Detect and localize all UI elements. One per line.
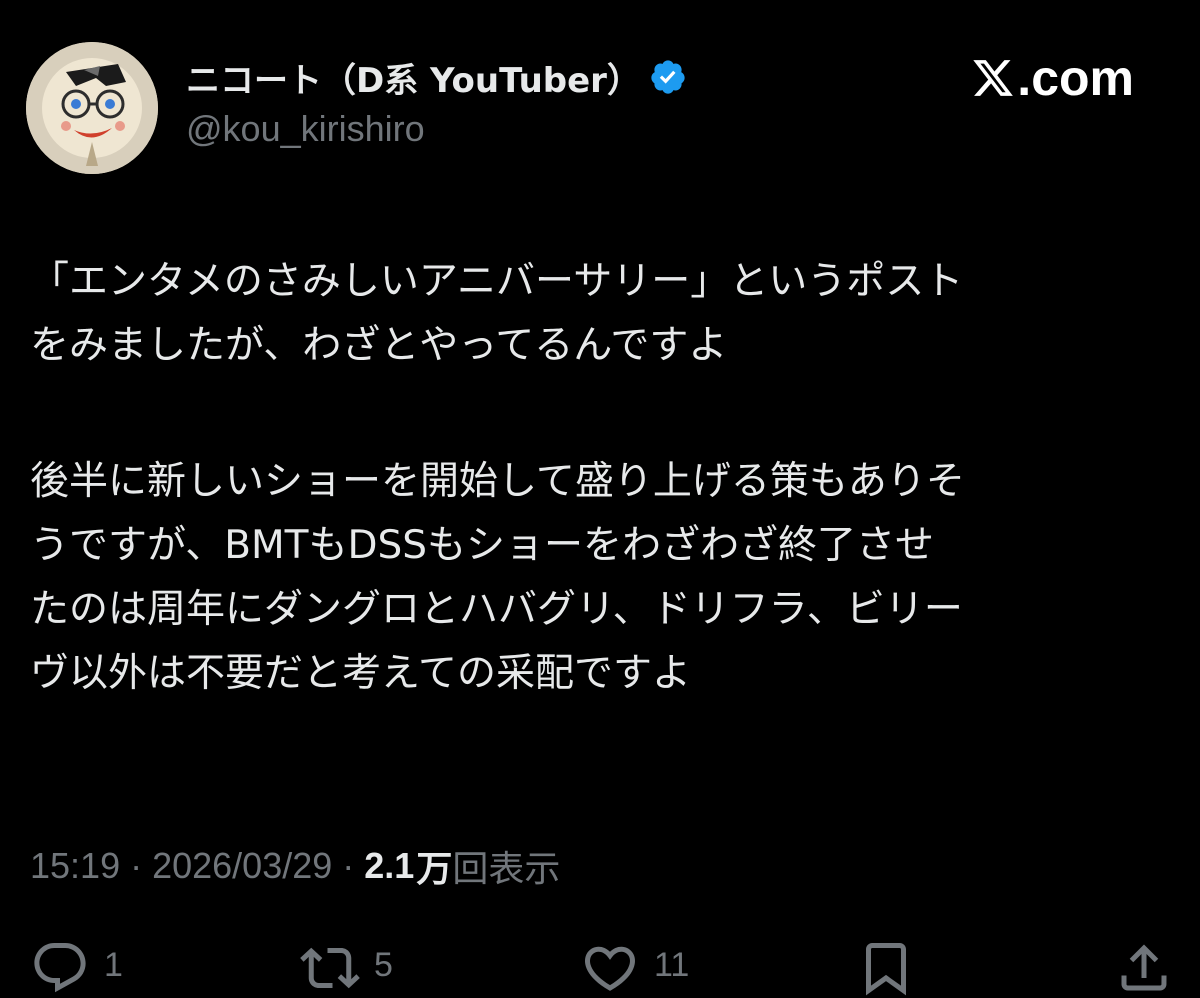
bookmark-button[interactable] — [856, 938, 916, 998]
like-button[interactable]: 11 — [580, 938, 689, 998]
avatar-image — [26, 42, 158, 174]
meta-separator: · — [342, 845, 355, 886]
views-unit: 万 — [416, 849, 453, 890]
post-date[interactable]: 2026/03/29 — [152, 845, 332, 887]
post-line: たのは周年にダングロとハバグリ、ドリフラ、ビリー — [30, 587, 963, 632]
like-count: 11 — [654, 946, 690, 984]
post-paragraph: 「エンタメのさみしいアニバーサリー」というポスト をみましたが、わざとやってるん… — [30, 250, 1180, 378]
share-icon — [1121, 944, 1167, 991]
reply-icon — [34, 943, 86, 993]
reply-button[interactable]: 1 — [30, 938, 123, 998]
action-bar: 1 5 11 — [0, 938, 1200, 998]
post-time[interactable]: 15:19 — [30, 845, 120, 887]
share-button[interactable] — [1114, 938, 1174, 998]
repost-count: 5 — [374, 946, 393, 984]
reply-count: 1 — [104, 946, 123, 984]
post-line: うですが、BMTもDSSもショーをわざわざ終了させ — [30, 523, 934, 568]
views-label: 回表示 — [452, 849, 561, 890]
watermark-text: .com — [1017, 50, 1134, 106]
x-logo-icon — [973, 60, 1014, 96]
bookmark-icon — [866, 943, 906, 996]
author-display-name[interactable]: ニコート（D系 YouTuber） — [186, 53, 641, 102]
post-line: 「エンタメのさみしいアニバーサリー」というポスト — [30, 259, 964, 304]
verified-badge-icon — [649, 58, 687, 96]
post-text: 「エンタメのさみしいアニバーサリー」というポスト をみましたが、わざとやってるん… — [30, 250, 1180, 706]
author-name-row[interactable]: ニコート（D系 YouTuber） — [186, 52, 687, 102]
meta-separator: · — [130, 845, 143, 886]
post-line: 後半に新しいショーを開始して盛り上げる策もありそ — [30, 459, 965, 504]
author-handle[interactable]: @kou_kirishiro — [186, 108, 425, 150]
avatar[interactable] — [26, 42, 158, 174]
repost-icon — [300, 947, 360, 989]
post-line: ヴ以外は不要だと考えての采配ですよ — [30, 651, 692, 696]
repost-button[interactable]: 5 — [300, 938, 393, 998]
post-paragraph: 後半に新しいショーを開始して盛り上げる策もありそ うですが、BMTもDSSもショ… — [30, 450, 1180, 706]
x-watermark: .com — [971, 50, 1134, 106]
post-line: をみましたが、わざとやってるんですよ — [30, 323, 728, 368]
like-icon — [584, 946, 636, 991]
post-meta: 15:19 · 2026/03/29 · 2.1 万 回表示 — [30, 838, 560, 894]
views-count[interactable]: 2.1 — [364, 845, 414, 887]
